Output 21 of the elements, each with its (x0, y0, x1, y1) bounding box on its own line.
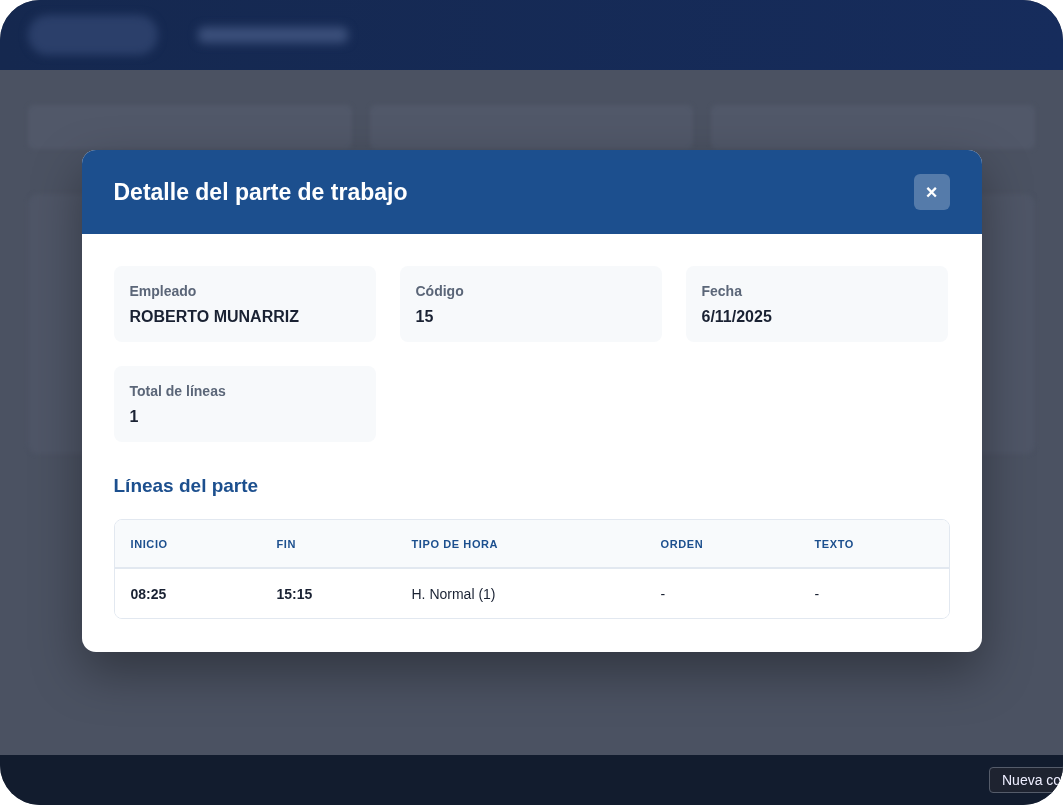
field-value: 15 (415, 308, 435, 326)
field-label: Total de líneas (129, 383, 227, 399)
field-value: 1 (129, 408, 140, 426)
table-cell-text: 15:15 (276, 585, 314, 602)
table-cell-text: H. Normal (1) (411, 585, 497, 602)
dialog-title: Detalle del parte de trabajo (113, 178, 408, 206)
table-cell-text: 08:25 (130, 585, 168, 602)
column-header: INICIO (130, 537, 169, 550)
field-value: 6/11/2025 (701, 308, 773, 326)
field-label: Código (415, 283, 465, 299)
field-value: ROBERTO MUNARRIZ (129, 308, 300, 326)
table-cell-text: - (814, 585, 821, 602)
column-header: TIPO DE HORA (411, 537, 500, 550)
close-button[interactable]: × (913, 174, 950, 210)
field-label: Empleado (129, 283, 198, 299)
section-title: Líneas del parte (113, 475, 260, 497)
column-header: ORDEN (660, 537, 705, 550)
table-cell-text: - (660, 585, 667, 602)
column-header: FIN (276, 537, 298, 550)
column-header: TEXTO (814, 537, 855, 550)
field-label: Fecha (701, 283, 743, 299)
